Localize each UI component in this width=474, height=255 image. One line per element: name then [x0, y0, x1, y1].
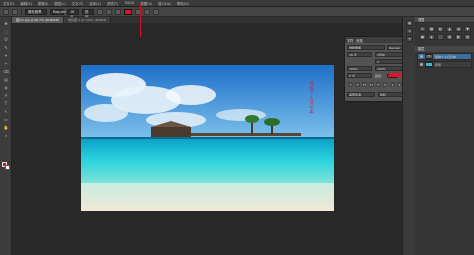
image-layer-thumbnail	[425, 62, 433, 67]
tracking-field[interactable]: 0	[375, 59, 405, 64]
canvas-image[interactable]	[81, 65, 334, 211]
curves-icon[interactable]: ◐	[437, 26, 444, 32]
invert-icon[interactable]: ◧	[455, 34, 462, 40]
zoom-tool-icon[interactable]: ⌕	[3, 133, 9, 138]
channel-mixer-icon[interactable]: ▤	[446, 34, 453, 40]
align-center-icon[interactable]	[106, 8, 112, 15]
subscript-button[interactable]: T₁	[383, 82, 388, 87]
orientation-toggle-icon[interactable]	[12, 8, 18, 15]
tab-paragraph[interactable]: 段落	[356, 38, 362, 43]
menu-filter[interactable]: 滤镜(T)	[107, 1, 119, 6]
pointer-line-mark	[140, 4, 141, 37]
hand-tool-icon[interactable]: ✋	[3, 125, 9, 130]
divider	[21, 8, 22, 15]
faux-italic-button[interactable]: T	[355, 82, 360, 87]
superscript-button[interactable]: T¹	[376, 82, 381, 87]
move-tool-icon[interactable]: ✥	[3, 21, 9, 26]
layers-header[interactable]: 图层	[415, 46, 474, 52]
menu-select[interactable]: 选择(S)	[89, 1, 101, 6]
crop-tool-icon[interactable]: ⌖	[3, 53, 9, 58]
leading-field[interactable]: (自动)	[375, 52, 405, 57]
exposure-icon[interactable]: ▲	[446, 26, 453, 32]
type-tool-icon[interactable]	[3, 8, 9, 15]
tab-character[interactable]: 字符	[347, 38, 353, 43]
marquee-tool-icon[interactable]: ⬚	[3, 29, 9, 34]
small-caps-button[interactable]: Tᴛ	[369, 82, 374, 87]
shape-tool-icon[interactable]: ▭	[3, 117, 9, 122]
adjustments-buttons: ☀ ▦ ◐ ▲ ◑ ▼ ▣ ◈ ⬚ ▤ ◧ ▨	[415, 23, 474, 43]
align-right-icon[interactable]	[115, 8, 121, 15]
character-panel-toggle-icon[interactable]	[144, 8, 150, 15]
paragraph-panel-icon[interactable]: ¶	[406, 36, 413, 42]
character-panel-tabs: 字符 段落	[345, 37, 406, 43]
antialias-field[interactable]: 锐利	[378, 92, 405, 97]
menu-view[interactable]: 视图(V)	[140, 1, 152, 6]
vibrance-icon[interactable]: ◑	[455, 26, 462, 32]
layer-name: 我的个人日记本	[435, 54, 457, 59]
all-caps-button[interactable]: TT	[362, 82, 367, 87]
underline-button[interactable]: T̲	[390, 82, 395, 87]
brightness-icon[interactable]: ☀	[419, 26, 426, 32]
menu-help[interactable]: 帮助(H)	[177, 1, 189, 6]
lasso-tool-icon[interactable]: ʘ	[3, 37, 9, 42]
hue-saturation-icon[interactable]: ▼	[464, 26, 471, 32]
3d-icon[interactable]	[153, 8, 159, 15]
options-bar: 微软雅黑 Regular 18 点 锐利	[0, 7, 474, 19]
faux-bold-button[interactable]: T	[348, 82, 353, 87]
text-color-swatch[interactable]	[124, 8, 132, 15]
visibility-eye-icon[interactable]	[420, 63, 423, 66]
font-family-select[interactable]: 微软雅黑	[25, 8, 47, 15]
align-left-icon[interactable]	[97, 8, 103, 15]
highlight-box	[389, 73, 402, 77]
font-size-field[interactable]: 18 点	[347, 52, 372, 57]
healing-tool-icon[interactable]: ⌫	[3, 69, 9, 74]
font-family-field[interactable]: 微软雅黑	[347, 45, 385, 50]
vertical-text-layer[interactable]: 我的个人日记本	[309, 81, 314, 114]
photo-filter-icon[interactable]: ⬚	[437, 34, 444, 40]
character-panel-icon[interactable]: A	[406, 28, 413, 34]
menu-3d[interactable]: 3D(D)	[124, 1, 134, 5]
black-white-icon[interactable]: ◈	[428, 34, 435, 40]
collapsed-panels-column: ▦ A ¶	[402, 17, 415, 255]
text-layer-thumbnail: T	[425, 54, 433, 59]
layer-row[interactable]: 背景	[417, 61, 472, 68]
vertical-scale-field[interactable]: 100%	[347, 66, 372, 71]
type-tool-button-icon[interactable]: T	[3, 101, 9, 106]
toolbox: ✥ ⬚ ʘ ✎ ⌖ ✂ ⌫ ▤ ◍ ✐ T ↖ ▭ ✋ ⌕	[0, 17, 12, 255]
menu-layer[interactable]: 图层(L)	[54, 1, 65, 6]
font-size-field[interactable]: 18 点	[67, 8, 79, 19]
visibility-eye-icon[interactable]	[420, 55, 423, 58]
levels-icon[interactable]: ▦	[428, 26, 435, 32]
history-brush-tool-icon[interactable]: ✐	[3, 93, 9, 98]
brush-tool-icon[interactable]: ▤	[3, 77, 9, 82]
layer-name: 背景	[435, 62, 442, 67]
language-select[interactable]: 美国英语	[347, 92, 375, 97]
color-label: 颜色:	[375, 74, 383, 78]
eyedropper-tool-icon[interactable]: ✂	[3, 61, 9, 66]
layer-row[interactable]: T 我的个人日记本	[417, 53, 472, 60]
font-style-select[interactable]: Regular	[50, 8, 66, 15]
stamp-tool-icon[interactable]: ◍	[3, 85, 9, 90]
menu-edit[interactable]: 编辑(E)	[20, 1, 32, 6]
right-panel-dock: 调整 ☀ ▦ ◐ ▲ ◑ ▼ ▣ ◈ ⬚ ▤ ◧ ▨ 图层 T 我的个人日记本 …	[415, 17, 474, 255]
beach-photo	[81, 65, 334, 211]
background-color-swatch[interactable]	[5, 165, 10, 170]
character-panel: 字符 段落 » 微软雅黑 Regular 18 点 (自动) 0 100% 10…	[344, 36, 407, 102]
history-panel-icon[interactable]: ▦	[406, 20, 413, 26]
menu-window[interactable]: 窗口(W)	[158, 1, 171, 6]
menu-type[interactable]: 文字(Y)	[72, 1, 84, 6]
menu-image[interactable]: 图像(I)	[38, 1, 48, 6]
path-select-tool-icon[interactable]: ↖	[3, 109, 9, 114]
gradient-map-icon[interactable]: ▨	[464, 34, 471, 40]
color-balance-icon[interactable]: ▣	[419, 34, 426, 40]
horizontal-scale-field[interactable]: 100%	[375, 66, 405, 71]
antialias-select[interactable]: 锐利	[82, 8, 94, 19]
baseline-shift-field[interactable]: 0 点	[347, 73, 372, 78]
menu-file[interactable]: 文件(F)	[3, 1, 14, 6]
menu-bar: 文件(F) 编辑(E) 图像(I) 图层(L) 文字(Y) 选择(S) 滤镜(T…	[0, 0, 474, 7]
quick-select-tool-icon[interactable]: ✎	[3, 45, 9, 50]
